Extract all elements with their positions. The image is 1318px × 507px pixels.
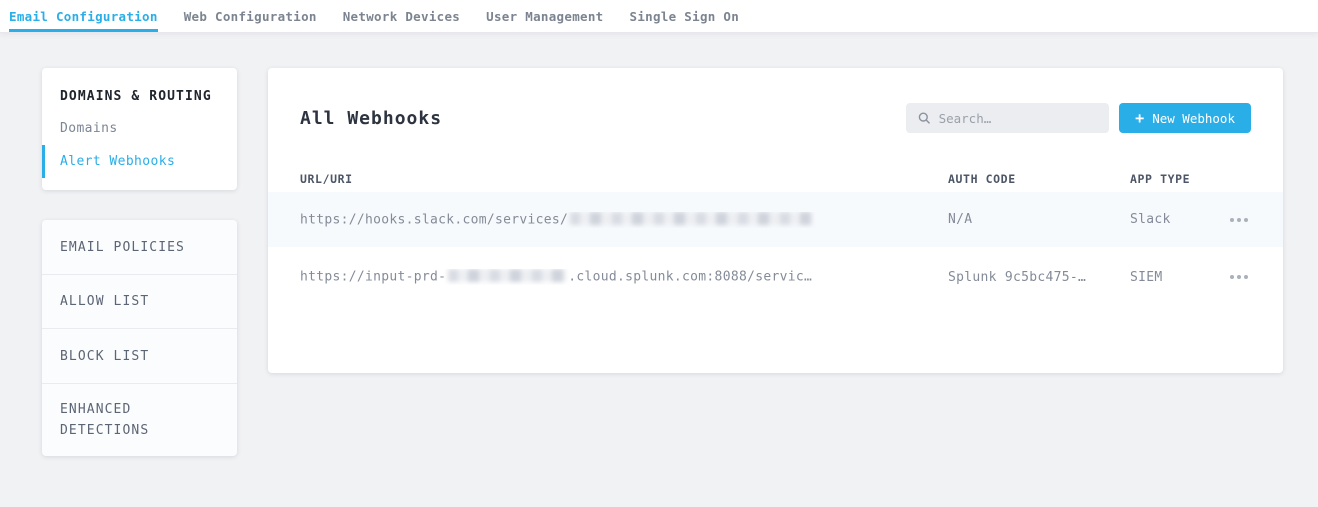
main-content: All Webhooks + New Webhook: [268, 68, 1283, 373]
sidebar: DOMAINS & ROUTING Domains Alert Webhooks…: [42, 68, 237, 456]
tab-network-devices[interactable]: Network Devices: [343, 0, 460, 32]
redacted-url-segment: [448, 269, 566, 282]
column-header-app-type: APP TYPE: [1130, 172, 1207, 186]
tab-web-configuration[interactable]: Web Configuration: [184, 0, 317, 32]
tab-single-sign-on[interactable]: Single Sign On: [630, 0, 740, 32]
redacted-url-segment: [570, 212, 812, 225]
sidebar-section-block-list[interactable]: BLOCK LIST: [42, 329, 237, 384]
webhook-url-text: https://input-prd-: [300, 270, 446, 285]
sidebar-section-enhanced-detections[interactable]: ENHANCED DETECTIONS: [42, 384, 237, 456]
sidebar-section-allow-list[interactable]: ALLOW LIST: [42, 275, 237, 329]
webhook-url-cell: https://input-prd- .cloud.splunk.com:8088…: [300, 269, 948, 285]
search-box[interactable]: [906, 103, 1109, 133]
search-icon: [918, 111, 930, 125]
column-header-url-uri: URL/URI: [300, 172, 948, 186]
table-row-slack-webhook[interactable]: https://hooks.slack.com/services/ N/A Sl…: [268, 192, 1283, 247]
app-type-cell: SIEM: [1130, 270, 1207, 285]
new-webhook-button[interactable]: + New Webhook: [1119, 103, 1251, 133]
webhook-url-cell: https://hooks.slack.com/services/: [300, 212, 948, 228]
all-webhooks-card: All Webhooks + New Webhook: [268, 68, 1283, 373]
webhooks-table-header: URL/URI AUTH CODE APP TYPE: [268, 166, 1283, 192]
more-options-icon[interactable]: [1227, 211, 1251, 229]
webhook-url-suffix: .cloud.splunk.com:8088/servic…: [568, 270, 812, 285]
search-input[interactable]: [939, 111, 1098, 126]
tab-email-configuration[interactable]: Email Configuration: [9, 0, 158, 32]
sidebar-accordion: EMAIL POLICIES ALLOW LIST BLOCK LIST ENH…: [42, 220, 237, 456]
page-body: DOMAINS & ROUTING Domains Alert Webhooks…: [0, 33, 1318, 456]
sidebar-item-alert-webhooks[interactable]: Alert Webhooks: [42, 145, 219, 178]
column-header-auth-code: AUTH CODE: [948, 172, 1130, 186]
webhooks-table: URL/URI AUTH CODE APP TYPE https://hooks…: [268, 166, 1283, 307]
app-type-cell: Slack: [1130, 212, 1207, 227]
header-controls: + New Webhook: [906, 103, 1251, 133]
sidebar-section-email-policies[interactable]: EMAIL POLICIES: [42, 220, 237, 275]
new-webhook-button-label: New Webhook: [1152, 111, 1235, 126]
top-tab-bar: Email Configuration Web Configuration Ne…: [0, 0, 1318, 33]
plus-icon: +: [1135, 111, 1144, 126]
main-header: All Webhooks + New Webhook: [300, 68, 1251, 133]
auth-code-cell: Splunk 9c5bc475-…: [948, 270, 1130, 285]
sidebar-item-domains[interactable]: Domains: [42, 112, 219, 145]
page-title: All Webhooks: [300, 108, 442, 129]
tab-user-management[interactable]: User Management: [486, 0, 603, 32]
more-options-icon[interactable]: [1227, 268, 1251, 286]
auth-code-cell: N/A: [948, 212, 1130, 227]
table-row-splunk-webhook[interactable]: https://input-prd- .cloud.splunk.com:8088…: [268, 247, 1283, 307]
domains-routing-card: DOMAINS & ROUTING Domains Alert Webhooks: [42, 68, 237, 190]
domains-routing-heading: DOMAINS & ROUTING: [60, 89, 219, 104]
webhook-url-text: https://hooks.slack.com/services/: [300, 212, 568, 227]
